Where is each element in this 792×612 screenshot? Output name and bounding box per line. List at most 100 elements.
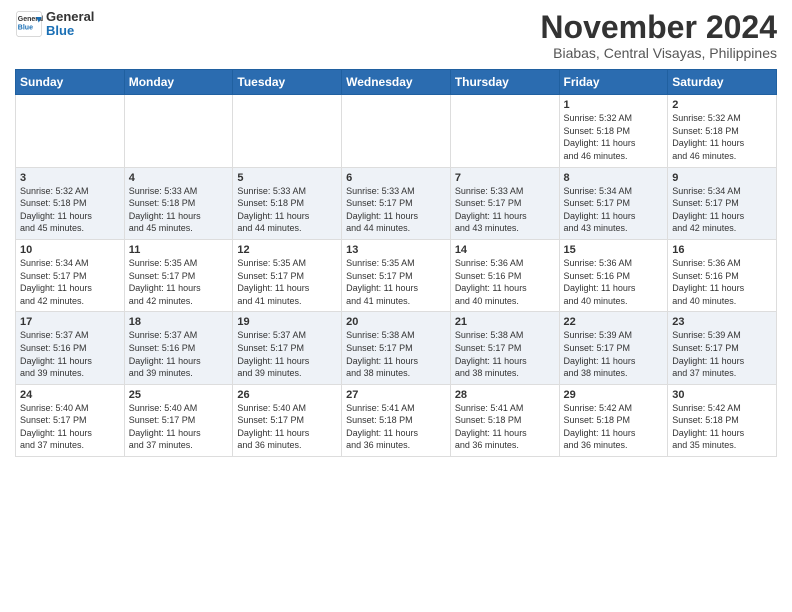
day-number: 10 (20, 244, 120, 256)
day-header-monday: Monday (124, 70, 233, 95)
day-number: 15 (564, 244, 664, 256)
calendar-cell: 8Sunrise: 5:34 AM Sunset: 5:17 PM Daylig… (559, 167, 668, 239)
day-header-tuesday: Tuesday (233, 70, 342, 95)
day-info: Sunrise: 5:39 AM Sunset: 5:17 PM Dayligh… (672, 329, 772, 379)
svg-text:Blue: Blue (18, 25, 33, 32)
day-info: Sunrise: 5:33 AM Sunset: 5:17 PM Dayligh… (455, 185, 555, 235)
calendar-cell: 15Sunrise: 5:36 AM Sunset: 5:16 PM Dayli… (559, 239, 668, 311)
day-number: 8 (564, 172, 664, 184)
day-info: Sunrise: 5:37 AM Sunset: 5:16 PM Dayligh… (129, 329, 229, 379)
calendar-cell: 14Sunrise: 5:36 AM Sunset: 5:16 PM Dayli… (450, 239, 559, 311)
header: General Blue General Blue November 2024 … (15, 10, 777, 61)
day-info: Sunrise: 5:41 AM Sunset: 5:18 PM Dayligh… (346, 402, 446, 452)
day-number: 22 (564, 316, 664, 328)
day-number: 26 (237, 389, 337, 401)
day-info: Sunrise: 5:32 AM Sunset: 5:18 PM Dayligh… (564, 112, 664, 162)
calendar-cell: 5Sunrise: 5:33 AM Sunset: 5:18 PM Daylig… (233, 167, 342, 239)
day-info: Sunrise: 5:38 AM Sunset: 5:17 PM Dayligh… (455, 329, 555, 379)
calendar-cell: 12Sunrise: 5:35 AM Sunset: 5:17 PM Dayli… (233, 239, 342, 311)
calendar-cell: 6Sunrise: 5:33 AM Sunset: 5:17 PM Daylig… (342, 167, 451, 239)
calendar-cell: 30Sunrise: 5:42 AM Sunset: 5:18 PM Dayli… (668, 384, 777, 456)
week-row-0: 1Sunrise: 5:32 AM Sunset: 5:18 PM Daylig… (16, 95, 777, 167)
day-number: 7 (455, 172, 555, 184)
calendar-header: SundayMondayTuesdayWednesdayThursdayFrid… (16, 70, 777, 95)
day-info: Sunrise: 5:36 AM Sunset: 5:16 PM Dayligh… (564, 257, 664, 307)
day-info: Sunrise: 5:36 AM Sunset: 5:16 PM Dayligh… (455, 257, 555, 307)
day-number: 6 (346, 172, 446, 184)
day-info: Sunrise: 5:32 AM Sunset: 5:18 PM Dayligh… (20, 185, 120, 235)
calendar-cell (342, 95, 451, 167)
calendar-cell: 2Sunrise: 5:32 AM Sunset: 5:18 PM Daylig… (668, 95, 777, 167)
day-header-saturday: Saturday (668, 70, 777, 95)
day-number: 5 (237, 172, 337, 184)
calendar-cell: 3Sunrise: 5:32 AM Sunset: 5:18 PM Daylig… (16, 167, 125, 239)
subtitle: Biabas, Central Visayas, Philippines (540, 45, 777, 61)
calendar-cell: 22Sunrise: 5:39 AM Sunset: 5:17 PM Dayli… (559, 312, 668, 384)
month-title: November 2024 (540, 10, 777, 45)
day-number: 1 (564, 99, 664, 111)
calendar-cell: 21Sunrise: 5:38 AM Sunset: 5:17 PM Dayli… (450, 312, 559, 384)
day-info: Sunrise: 5:34 AM Sunset: 5:17 PM Dayligh… (672, 185, 772, 235)
day-number: 17 (20, 316, 120, 328)
calendar-cell: 29Sunrise: 5:42 AM Sunset: 5:18 PM Dayli… (559, 384, 668, 456)
calendar-cell: 27Sunrise: 5:41 AM Sunset: 5:18 PM Dayli… (342, 384, 451, 456)
logo-icon: General Blue (15, 10, 43, 38)
calendar-cell: 28Sunrise: 5:41 AM Sunset: 5:18 PM Dayli… (450, 384, 559, 456)
calendar-cell: 1Sunrise: 5:32 AM Sunset: 5:18 PM Daylig… (559, 95, 668, 167)
page: General Blue General Blue November 2024 … (0, 0, 792, 472)
calendar-cell: 13Sunrise: 5:35 AM Sunset: 5:17 PM Dayli… (342, 239, 451, 311)
day-header-sunday: Sunday (16, 70, 125, 95)
day-number: 16 (672, 244, 772, 256)
day-info: Sunrise: 5:40 AM Sunset: 5:17 PM Dayligh… (237, 402, 337, 452)
week-row-4: 24 Sunrise: 5:40 AM Sunset: 5:17 PM Dayli… (16, 384, 777, 456)
day-info: Sunrise: 5:33 AM Sunset: 5:18 PM Dayligh… (237, 185, 337, 235)
day-info: Sunrise: 5:33 AM Sunset: 5:18 PM Dayligh… (129, 185, 229, 235)
day-number: 2 (672, 99, 772, 111)
day-info: Sunrise: 5:38 AM Sunset: 5:17 PM Dayligh… (346, 329, 446, 379)
day-info: Sunrise: 5:36 AM Sunset: 5:16 PM Dayligh… (672, 257, 772, 307)
calendar-cell (233, 95, 342, 167)
week-row-3: 17Sunrise: 5:37 AM Sunset: 5:16 PM Dayli… (16, 312, 777, 384)
day-number: 23 (672, 316, 772, 328)
day-number: 13 (346, 244, 446, 256)
calendar-cell: 11Sunrise: 5:35 AM Sunset: 5:17 PM Dayli… (124, 239, 233, 311)
week-row-1: 3Sunrise: 5:32 AM Sunset: 5:18 PM Daylig… (16, 167, 777, 239)
day-info: Sunrise: 5:35 AM Sunset: 5:17 PM Dayligh… (346, 257, 446, 307)
day-info: Sunrise: 5:32 AM Sunset: 5:18 PM Dayligh… (672, 112, 772, 162)
day-number: 24 (20, 389, 120, 401)
day-info: Sunrise: 5:34 AM Sunset: 5:17 PM Dayligh… (564, 185, 664, 235)
day-number: 12 (237, 244, 337, 256)
calendar-cell: 17Sunrise: 5:37 AM Sunset: 5:16 PM Dayli… (16, 312, 125, 384)
calendar-cell: 7Sunrise: 5:33 AM Sunset: 5:17 PM Daylig… (450, 167, 559, 239)
day-info: Sunrise: 5:42 AM Sunset: 5:18 PM Dayligh… (564, 402, 664, 452)
day-info: Sunrise: 5:41 AM Sunset: 5:18 PM Dayligh… (455, 402, 555, 452)
day-number: 20 (346, 316, 446, 328)
day-number: 9 (672, 172, 772, 184)
logo: General Blue General Blue (15, 10, 94, 39)
day-number: 19 (237, 316, 337, 328)
calendar-cell (124, 95, 233, 167)
day-info: Sunrise: 5:40 AM Sunset: 5:17 PM Dayligh… (129, 402, 229, 452)
calendar-cell: 4Sunrise: 5:33 AM Sunset: 5:18 PM Daylig… (124, 167, 233, 239)
calendar-cell: 24Sunrise: 5:40 AM Sunset: 5:17 PM Dayli… (16, 384, 125, 456)
logo-blue: Blue (46, 24, 94, 38)
calendar-cell: 9Sunrise: 5:34 AM Sunset: 5:17 PM Daylig… (668, 167, 777, 239)
day-info: Sunrise: 5:35 AM Sunset: 5:17 PM Dayligh… (129, 257, 229, 307)
calendar-cell: 25Sunrise: 5:40 AM Sunset: 5:17 PM Dayli… (124, 384, 233, 456)
calendar-cell: 20Sunrise: 5:38 AM Sunset: 5:17 PM Dayli… (342, 312, 451, 384)
day-number: 21 (455, 316, 555, 328)
day-info: Sunrise: 5:37 AM Sunset: 5:16 PM Dayligh… (20, 329, 120, 379)
day-number: 18 (129, 316, 229, 328)
day-info: Sunrise: 5:42 AM Sunset: 5:18 PM Dayligh… (672, 402, 772, 452)
logo-general: General (46, 10, 94, 24)
day-info: Sunrise: 5:34 AM Sunset: 5:17 PM Dayligh… (20, 257, 120, 307)
calendar-cell: 19Sunrise: 5:37 AM Sunset: 5:17 PM Dayli… (233, 312, 342, 384)
day-number: 3 (20, 172, 120, 184)
day-header-wednesday: Wednesday (342, 70, 451, 95)
day-number: 11 (129, 244, 229, 256)
logo-text: General Blue (46, 10, 94, 39)
day-number: 29 (564, 389, 664, 401)
day-number: 28 (455, 389, 555, 401)
calendar-cell: 16Sunrise: 5:36 AM Sunset: 5:16 PM Dayli… (668, 239, 777, 311)
day-header-thursday: Thursday (450, 70, 559, 95)
